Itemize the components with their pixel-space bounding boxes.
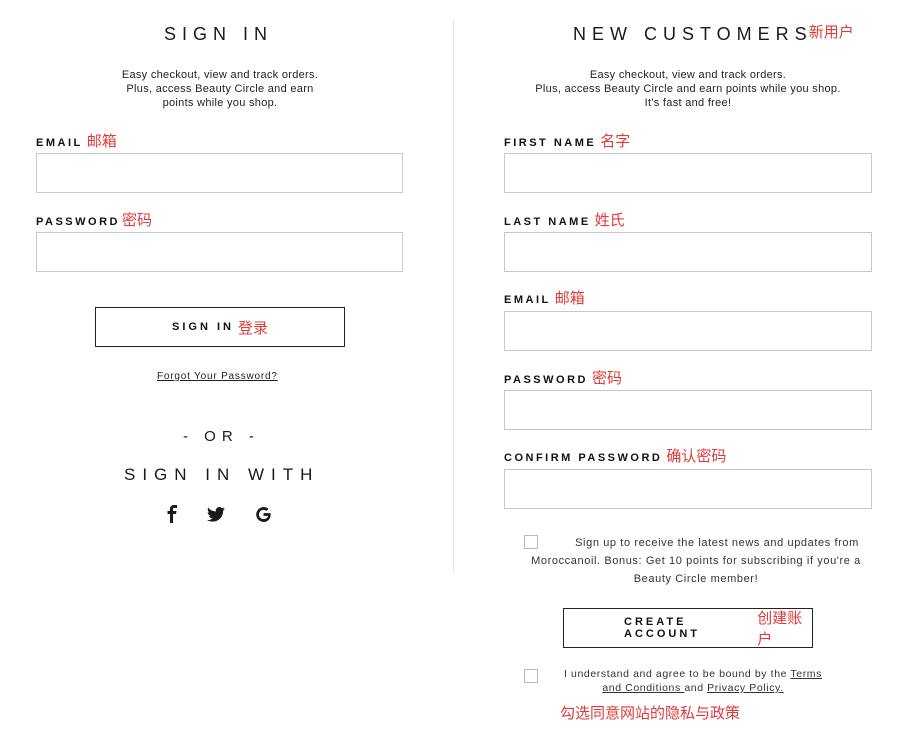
terms-checkbox[interactable] <box>524 669 538 683</box>
sign-in-subtext-line: points while you shop. <box>162 97 278 109</box>
newsletter-text: Sign up to receive the latest news and u… <box>504 534 888 588</box>
confirm-password-label-cn: 确认密码 <box>666 448 727 465</box>
sign-in-button-label: SIGN IN <box>172 321 234 333</box>
new-customers-heading-text: NEW CUSTOMERS <box>573 24 813 44</box>
confirm-password-input[interactable] <box>504 469 872 509</box>
facebook-icon-svg <box>167 505 177 523</box>
sign-in-subtext-line: Plus, access Beauty Circle and earn <box>126 83 314 95</box>
new-email-label-cn: 邮箱 <box>554 290 585 307</box>
new-email-label-text: EMAIL <box>504 294 551 306</box>
new-password-label-text: PASSWORD <box>504 374 588 386</box>
last-name-label: LAST NAME 姓氏 <box>504 209 625 230</box>
terms-prefix: I understand and agree to be bound by th… <box>563 668 791 680</box>
terms-text: I understand and agree to be bound by th… <box>548 667 838 695</box>
sign-in-heading: SIGN IN <box>164 24 274 44</box>
first-name-label: FIRST NAME 名字 <box>504 130 630 151</box>
confirm-password-label: CONFIRM PASSWORD 确认密码 <box>504 445 726 466</box>
new-customers-heading-cn: 新用户 <box>808 24 854 41</box>
twitter-icon[interactable] <box>205 503 227 525</box>
first-name-label-cn: 名字 <box>600 133 631 150</box>
forgot-password-link[interactable]: Forgot Your Password? <box>157 371 278 382</box>
password-label: PASSWORD 密码 <box>36 209 152 230</box>
sign-in-button[interactable]: SIGN IN 登录 <box>95 307 345 347</box>
new-customers-subtext-line: Plus, access Beauty Circle and earn poin… <box>535 83 841 95</box>
conditions-link[interactable]: and Conditions <box>602 682 684 694</box>
confirm-password-label-text: CONFIRM PASSWORD <box>504 452 663 464</box>
new-password-label-cn: 密码 <box>591 370 622 387</box>
new-email-input[interactable] <box>504 311 872 351</box>
create-account-button-label: CREATE ACCOUNT <box>624 616 700 640</box>
first-name-input[interactable] <box>504 153 872 193</box>
new-password-input[interactable] <box>504 390 872 430</box>
email-label: EMAIL 邮箱 <box>36 130 117 151</box>
new-email-label: EMAIL 邮箱 <box>504 287 585 308</box>
terms-note-cn: 勾选同意网站的隐私与政策 <box>560 705 741 722</box>
create-account-button-cn: 创建账户 <box>757 610 803 648</box>
password-label-cn: 密码 <box>121 212 152 229</box>
facebook-icon[interactable] <box>161 503 183 525</box>
last-name-input[interactable] <box>504 232 872 272</box>
sign-in-subtext: Easy checkout, view and track orders. Pl… <box>80 68 360 110</box>
google-icon[interactable] <box>252 503 274 525</box>
email-label-text: EMAIL <box>36 137 83 149</box>
newsletter-text-line: Moroccanoil. Bonus: Get 10 points for su… <box>531 555 861 567</box>
new-customers-subtext-line: Easy checkout, view and track orders. <box>589 69 787 81</box>
new-customers-subtext-line: It's fast and free! <box>644 97 732 109</box>
sign-in-email-input[interactable] <box>36 153 403 193</box>
create-account-button[interactable]: CREATE ACCOUNT 创建账户 <box>563 608 813 648</box>
new-customers-heading: NEW CUSTOMERS新用户 <box>573 24 854 45</box>
first-name-label-text: FIRST NAME <box>504 137 597 149</box>
last-name-label-cn: 姓氏 <box>594 212 625 229</box>
or-separator: - OR - <box>183 428 260 445</box>
terms-and: and <box>684 682 708 694</box>
sign-in-with-heading: SIGN IN WITH <box>124 465 320 484</box>
new-customers-subtext: Easy checkout, view and track orders. Pl… <box>510 68 866 110</box>
google-icon-svg <box>255 506 271 522</box>
last-name-label-text: LAST NAME <box>504 216 591 228</box>
new-password-label: PASSWORD 密码 <box>504 367 622 388</box>
email-label-cn: 邮箱 <box>86 133 117 150</box>
newsletter-text-line: Sign up to receive the latest news and u… <box>575 537 859 549</box>
sign-in-subtext-line: Easy checkout, view and track orders. <box>121 69 319 81</box>
column-divider <box>453 20 454 573</box>
privacy-policy-link[interactable]: Privacy Policy. <box>707 682 784 694</box>
newsletter-text-line: Beauty Circle member! <box>633 573 759 585</box>
twitter-icon-svg <box>207 506 225 522</box>
sign-in-password-input[interactable] <box>36 232 403 272</box>
password-label-text: PASSWORD <box>36 216 120 228</box>
terms-link[interactable]: Terms <box>790 668 822 680</box>
sign-in-button-cn: 登录 <box>237 319 268 337</box>
